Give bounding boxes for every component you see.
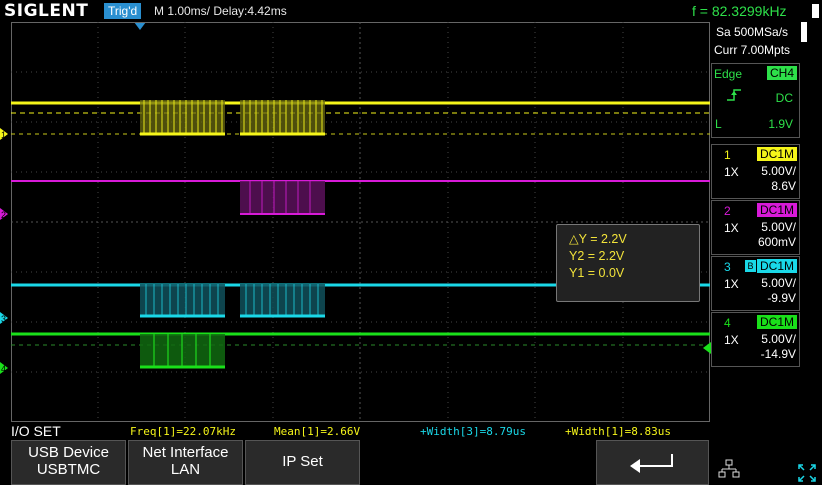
ch4-offset: -14.9V <box>760 347 796 361</box>
network-icon <box>718 459 740 478</box>
trigger-coupling: DC <box>775 91 793 105</box>
panel-tab-indicator <box>812 4 819 18</box>
empty-softkey <box>362 440 477 485</box>
usb-device-button[interactable]: USB Device USBTMC <box>11 440 126 485</box>
empty-softkey <box>479 440 594 485</box>
ch2-info-panel[interactable]: 2 DC1M 1X 5.00V/ 600mV <box>711 200 800 255</box>
fullscreen-icon[interactable] <box>797 463 817 483</box>
timebase-readout[interactable]: M 1.00ms/ Delay:4.42ms <box>154 3 287 19</box>
cursor-readout-box: △Y = 2.2V Y2 = 2.2V Y1 = 0.0V <box>556 224 700 302</box>
trigger-level-marker <box>703 342 711 354</box>
trigger-source-badge: CH4 <box>766 66 797 80</box>
usb-device-value: USBTMC <box>36 461 101 478</box>
trigger-level: 1.9V <box>768 117 793 131</box>
measurement-width-ch1: +Width[1]=8.83us <box>565 425 671 438</box>
usb-device-label: USB Device <box>28 444 109 461</box>
trigger-status-badge: Trig'd <box>104 3 142 19</box>
ip-set-button[interactable]: IP Set <box>245 440 360 485</box>
ch2-number: 2 <box>724 204 731 218</box>
ch3-marker: 3 <box>0 312 8 324</box>
measurement-mean: Mean[1]=2.66V <box>274 425 361 438</box>
rising-edge-icon <box>727 89 741 101</box>
ch4-marker-label: 4 <box>1 364 6 374</box>
ch3-marker-label: 3 <box>1 314 6 324</box>
trigger-level-label: L <box>715 117 722 131</box>
cursor-y2: Y2 = 2.2V <box>569 249 625 263</box>
ch4-probe: 1X <box>724 333 739 347</box>
ch2-offset: 600mV <box>757 235 796 249</box>
ch1-number: 1 <box>724 148 731 162</box>
ch3-bw-limit-badge: B <box>745 260 756 272</box>
ch3-probe: 1X <box>724 277 739 291</box>
ch2-coupling: DC1M <box>756 203 797 217</box>
net-interface-value: LAN <box>170 461 201 478</box>
ip-set-label: IP Set <box>282 453 323 470</box>
ch3-vdiv: 5.00V/ <box>761 276 796 290</box>
waveform-display: 1 2 3 4 <box>0 22 711 422</box>
ch3-offset: -9.9V <box>767 291 796 305</box>
cursor-delta-y: △Y = 2.2V <box>569 232 627 246</box>
cursor-y1: Y1 = 0.0V <box>569 266 625 280</box>
ch4-info-panel[interactable]: 4 DC1M 1X 5.00V/ -14.9V <box>711 312 800 367</box>
net-interface-label: Net Interface <box>142 444 229 461</box>
net-interface-button[interactable]: Net Interface LAN <box>128 440 243 485</box>
ch1-coupling: DC1M <box>756 147 797 161</box>
menu-title: I/O SET <box>11 423 61 439</box>
ch2-marker: 2 <box>0 208 8 220</box>
ch1-info-panel[interactable]: 1 DC1M 1X 5.00V/ 8.6V <box>711 144 800 199</box>
trigger-panel[interactable]: Edge CH4 DC L 1.9V <box>711 63 800 138</box>
measurement-freq: Freq[1]=22.07kHz <box>130 425 236 438</box>
ch2-probe: 1X <box>724 221 739 235</box>
ch3-number: 3 <box>724 260 731 274</box>
ch2-marker-label: 2 <box>1 210 6 220</box>
ch1-offset: 8.6V <box>771 179 796 193</box>
ch2-vdiv: 5.00V/ <box>761 220 796 234</box>
frequency-counter: f = 82.3299kHz <box>692 3 787 19</box>
sample-rate: Sa 500MSa/s <box>716 25 789 39</box>
ch3-coupling: DC1M <box>756 259 797 273</box>
ch1-marker: 1 <box>0 128 8 140</box>
ch4-number: 4 <box>724 316 731 330</box>
return-button[interactable] <box>596 440 709 485</box>
trigger-type: Edge <box>714 67 743 81</box>
ch4-coupling: DC1M <box>756 315 797 329</box>
ch4-vdiv: 5.00V/ <box>761 332 796 346</box>
ch4-marker: 4 <box>0 362 8 374</box>
ch3-info-panel[interactable]: 3 B DC1M 1X 5.00V/ -9.9V <box>711 256 800 311</box>
ch1-marker-label: 1 <box>1 130 6 140</box>
ch1-vdiv: 5.00V/ <box>761 164 796 178</box>
ch1-probe: 1X <box>724 165 739 179</box>
measurement-width-ch3: +Width[3]=8.79us <box>420 425 526 438</box>
memory-depth: Curr 7.00Mpts <box>714 43 791 57</box>
panel-scroll-indicator <box>801 22 807 42</box>
siglent-logo: SIGLENT <box>4 1 89 21</box>
return-arrow-icon <box>629 454 673 473</box>
